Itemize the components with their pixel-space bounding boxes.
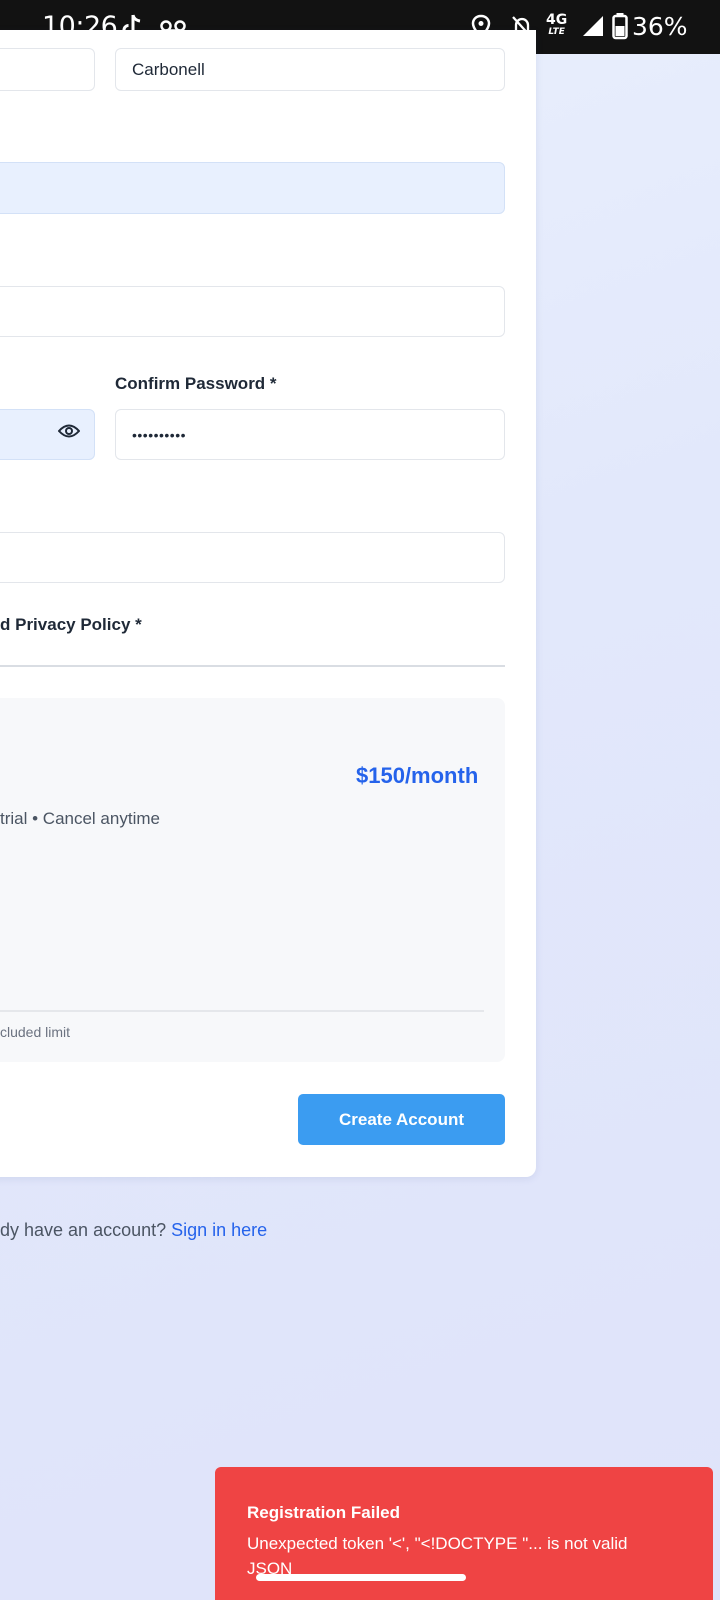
plan-subtitle: trial • Cancel anytime [0,809,160,828]
confirm-password-input[interactable]: •••••••••• [115,409,505,460]
plan-summary [0,698,505,1062]
network-subtype: LTE [548,27,565,37]
battery-percent: 36% [632,12,688,41]
eye-icon[interactable] [58,423,80,439]
last-name-input[interactable]: Carbonell [115,48,505,91]
company-input[interactable] [0,532,505,583]
signin-prompt: dy have an account? [0,1220,172,1240]
home-indicator[interactable] [256,1574,466,1581]
confirm-password-label: Confirm Password * [115,374,277,393]
phone-input[interactable] [0,286,505,337]
battery-icon [612,13,628,40]
terms-divider [0,665,505,667]
toast-title: Registration Failed [247,1503,401,1522]
first-name-input[interactable] [0,48,95,91]
password-input[interactable] [0,409,95,460]
network-indicator: 4G LTE [546,13,567,38]
confirm-password-value: •••••••••• [132,426,187,443]
signal-icon [583,16,603,36]
create-account-button[interactable]: Create Account [298,1094,505,1145]
email-input[interactable] [0,162,505,214]
plan-divider [0,1010,484,1012]
plan-note: cluded limit [0,1024,71,1040]
terms-label[interactable]: d Privacy Policy * [0,615,142,635]
signin-row: dy have an account? Sign in here [0,1220,267,1241]
last-name-value: Carbonell [132,59,205,79]
plan-price: $150/month [356,763,479,788]
signin-link[interactable]: Sign in here [171,1220,267,1240]
